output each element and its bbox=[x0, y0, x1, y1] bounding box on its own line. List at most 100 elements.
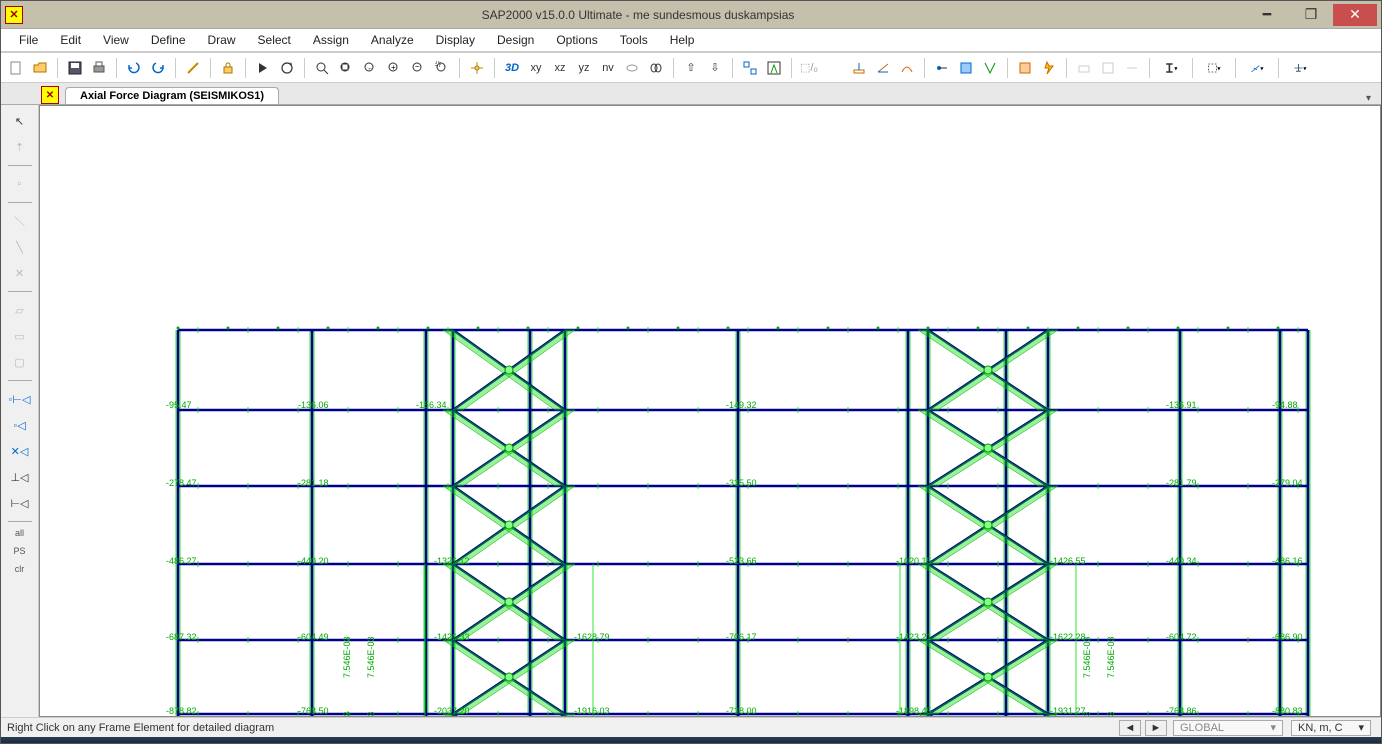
tab-dropdown-icon[interactable]: ▾ bbox=[1366, 93, 1371, 104]
menu-draw[interactable]: Draw bbox=[198, 31, 246, 49]
menu-design[interactable]: Design bbox=[487, 31, 544, 49]
open-button[interactable] bbox=[29, 57, 51, 79]
svg-text:-768.86: -768.86 bbox=[1166, 706, 1197, 716]
show-undeformed-button[interactable]: ⬚/₀ bbox=[798, 57, 820, 79]
minimize-button[interactable]: ━ bbox=[1245, 4, 1289, 26]
draw-braces-button[interactable]: ✕ bbox=[8, 261, 32, 285]
draw-poly-area-button[interactable]: ▱ bbox=[8, 298, 32, 322]
pointer-button[interactable]: ↖ bbox=[8, 109, 32, 133]
draw-special-joint-button[interactable]: ▫ bbox=[8, 172, 32, 196]
assign-restraint-button[interactable] bbox=[931, 57, 953, 79]
undo-button[interactable] bbox=[123, 57, 145, 79]
menu-tools[interactable]: Tools bbox=[610, 31, 658, 49]
new-button[interactable] bbox=[5, 57, 27, 79]
svg-text:-1423.21: -1423.21 bbox=[896, 632, 932, 642]
zoom-selected-button[interactable] bbox=[431, 57, 453, 79]
model-view[interactable]: -95.47-136.06-156.34-149.32-136.91-94.88… bbox=[39, 105, 1381, 717]
refresh-button[interactable] bbox=[276, 57, 298, 79]
nav-prev-button[interactable]: ◄ bbox=[1119, 720, 1141, 736]
left-toolbar: ↖ ⇡ ▫ ＼ ╲ ✕ ▱ ▭ ▢ ◦⊢◁ ◦◁ ✕◁ ⊥◁ ⊢◁ all PS… bbox=[1, 105, 39, 717]
svg-text:-279.04: -279.04 bbox=[1272, 478, 1303, 488]
joint-button[interactable] bbox=[848, 57, 870, 79]
lock-button[interactable] bbox=[217, 57, 239, 79]
view-xz-button[interactable]: xz bbox=[549, 57, 571, 79]
snap-button[interactable]: ▾ bbox=[1285, 57, 1315, 79]
snap-midpoint-button[interactable]: ◦◁ bbox=[8, 413, 32, 437]
view-xy-button[interactable]: xy bbox=[525, 57, 547, 79]
show-forces-button[interactable] bbox=[1073, 57, 1095, 79]
arrow-down-button[interactable]: ⇩ bbox=[704, 57, 726, 79]
redo-button[interactable] bbox=[147, 57, 169, 79]
menu-options[interactable]: Options bbox=[546, 31, 607, 49]
select-previous-button[interactable]: PS bbox=[13, 546, 25, 562]
snap-intersection-button[interactable]: ✕◁ bbox=[8, 439, 32, 463]
frame-button[interactable] bbox=[872, 57, 894, 79]
separator bbox=[175, 58, 176, 78]
set-display-button[interactable] bbox=[763, 57, 785, 79]
menu-help[interactable]: Help bbox=[660, 31, 705, 49]
zoom-window-button[interactable] bbox=[311, 57, 333, 79]
snap-line-button[interactable]: ⊢◁ bbox=[8, 491, 32, 515]
run-button[interactable] bbox=[252, 57, 274, 79]
rotate-button[interactable] bbox=[621, 57, 643, 79]
svg-text:-149.32: -149.32 bbox=[726, 400, 757, 410]
isection-button[interactable]: ▾ bbox=[1156, 57, 1186, 79]
menu-assign[interactable]: Assign bbox=[303, 31, 359, 49]
show-stresses-button[interactable] bbox=[1097, 57, 1119, 79]
assign-section-button[interactable] bbox=[955, 57, 977, 79]
assign-load-button[interactable] bbox=[979, 57, 1001, 79]
coord-system-select[interactable]: GLOBAL▾ bbox=[1173, 720, 1283, 736]
menu-select[interactable]: Select bbox=[248, 31, 301, 49]
reshape-element-button[interactable]: ⇡ bbox=[8, 135, 32, 159]
view-yz-button[interactable]: yz bbox=[573, 57, 595, 79]
snap-perpendicular-button[interactable]: ⊥◁ bbox=[8, 465, 32, 489]
zoom-previous-button[interactable]: ← bbox=[359, 57, 381, 79]
svg-text:7.546E-03: 7.546E-03 bbox=[1082, 636, 1092, 678]
close-button[interactable]: ✕ bbox=[1333, 4, 1377, 26]
area-button[interactable] bbox=[896, 57, 918, 79]
selection-mode-button[interactable]: ▾ bbox=[1199, 57, 1229, 79]
select-all-button[interactable]: all bbox=[15, 528, 24, 544]
pan-button[interactable] bbox=[466, 57, 488, 79]
menu-edit[interactable]: Edit bbox=[50, 31, 91, 49]
svg-text:-95.47: -95.47 bbox=[166, 400, 192, 410]
define-material-button[interactable] bbox=[1014, 57, 1036, 79]
design-button[interactable] bbox=[1121, 57, 1143, 79]
maximize-button[interactable]: ❐ bbox=[1289, 4, 1333, 26]
menu-view[interactable]: View bbox=[93, 31, 139, 49]
zoom-full-button[interactable] bbox=[335, 57, 357, 79]
view-tab[interactable]: Axial Force Diagram (SEISMIKOS1) bbox=[65, 87, 279, 104]
separator bbox=[1149, 58, 1150, 78]
separator bbox=[494, 58, 495, 78]
menu-define[interactable]: Define bbox=[141, 31, 196, 49]
svg-text:7.953E-03: 7.953E-03 bbox=[1106, 711, 1116, 716]
nav-next-button[interactable]: ► bbox=[1145, 720, 1167, 736]
svg-text:-1622.28: -1622.28 bbox=[1050, 632, 1086, 642]
draw-quick-frame-button[interactable]: ╲ bbox=[8, 235, 32, 259]
arrow-up-button[interactable]: ⇧ bbox=[680, 57, 702, 79]
object-options-button[interactable] bbox=[739, 57, 761, 79]
draw-quick-area-button[interactable]: ▢ bbox=[8, 350, 32, 374]
snap-point-button[interactable]: ◦⊢◁ bbox=[8, 387, 32, 411]
view-3d-button[interactable]: 3D bbox=[501, 57, 523, 79]
zoom-in-button[interactable]: + bbox=[383, 57, 405, 79]
reshape-button[interactable] bbox=[182, 57, 204, 79]
window-controls: ━ ❐ ✕ bbox=[1245, 4, 1377, 26]
app-icon: ✕ bbox=[5, 6, 23, 24]
menu-file[interactable]: File bbox=[9, 31, 48, 49]
menu-analyze[interactable]: Analyze bbox=[361, 31, 424, 49]
clear-selection-button[interactable]: clr bbox=[15, 564, 25, 580]
analyze-button[interactable] bbox=[1038, 57, 1060, 79]
perspective-button[interactable] bbox=[645, 57, 667, 79]
units-select[interactable]: KN, m, C▾ bbox=[1291, 720, 1371, 736]
draw-frame-button[interactable]: ＼ bbox=[8, 209, 32, 233]
local-axes-button[interactable]: ▾ bbox=[1242, 57, 1272, 79]
zoom-out-button[interactable]: − bbox=[407, 57, 429, 79]
print-button[interactable] bbox=[88, 57, 110, 79]
tab-strip: ✕ Axial Force Diagram (SEISMIKOS1) ▾ bbox=[1, 83, 1381, 105]
view-nv-button[interactable]: nv bbox=[597, 57, 619, 79]
draw-rect-area-button[interactable]: ▭ bbox=[8, 324, 32, 348]
menu-display[interactable]: Display bbox=[426, 31, 485, 49]
svg-text:-686.90: -686.90 bbox=[1272, 632, 1303, 642]
save-button[interactable] bbox=[64, 57, 86, 79]
